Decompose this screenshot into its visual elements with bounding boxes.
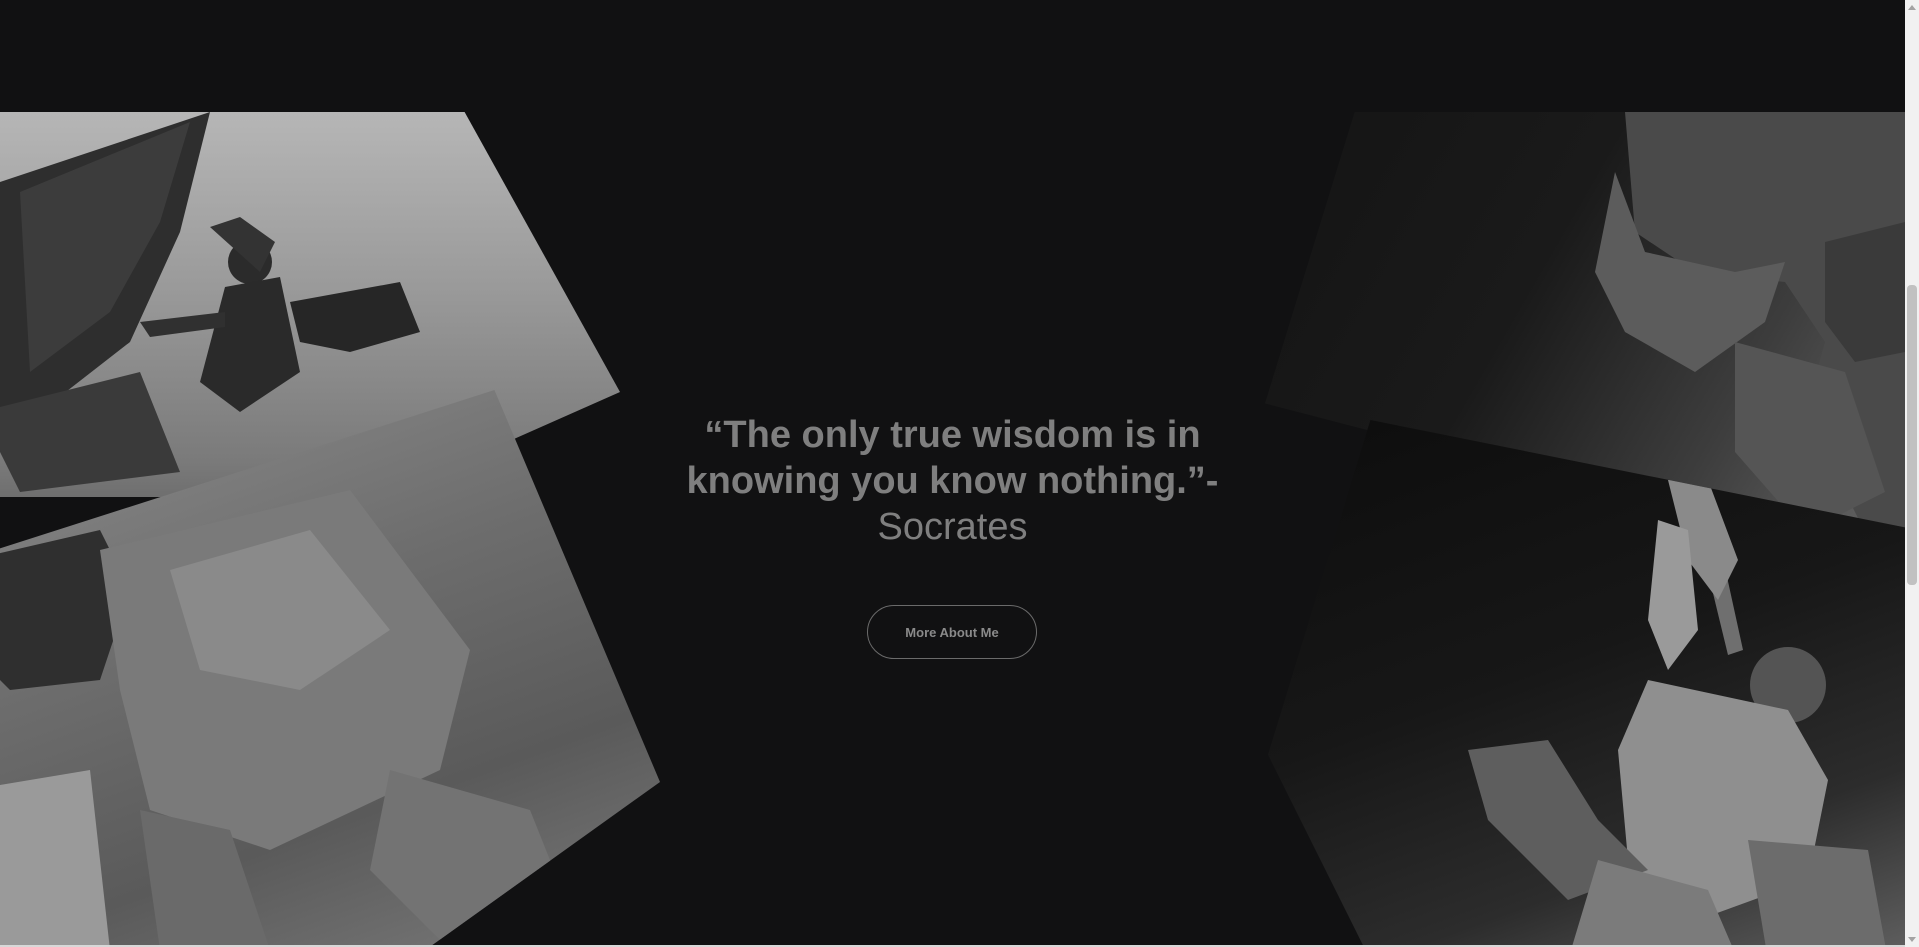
- scroll-up-arrow-icon[interactable]: [1908, 5, 1916, 10]
- scroll-down-arrow-icon[interactable]: [1908, 937, 1916, 942]
- vertical-scrollbar[interactable]: [1905, 0, 1919, 947]
- page: “The only true wisdom is in knowing you …: [0, 0, 1919, 947]
- scrollbar-thumb[interactable]: [1907, 285, 1917, 585]
- quote-author: Socrates: [877, 506, 1028, 548]
- quote-text: “The only true wisdom is in knowing you …: [686, 414, 1219, 502]
- quote-block: “The only true wisdom is in knowing you …: [680, 412, 1225, 550]
- more-about-me-button[interactable]: More About Me: [867, 605, 1037, 659]
- viewport: “The only true wisdom is in knowing you …: [0, 0, 1905, 947]
